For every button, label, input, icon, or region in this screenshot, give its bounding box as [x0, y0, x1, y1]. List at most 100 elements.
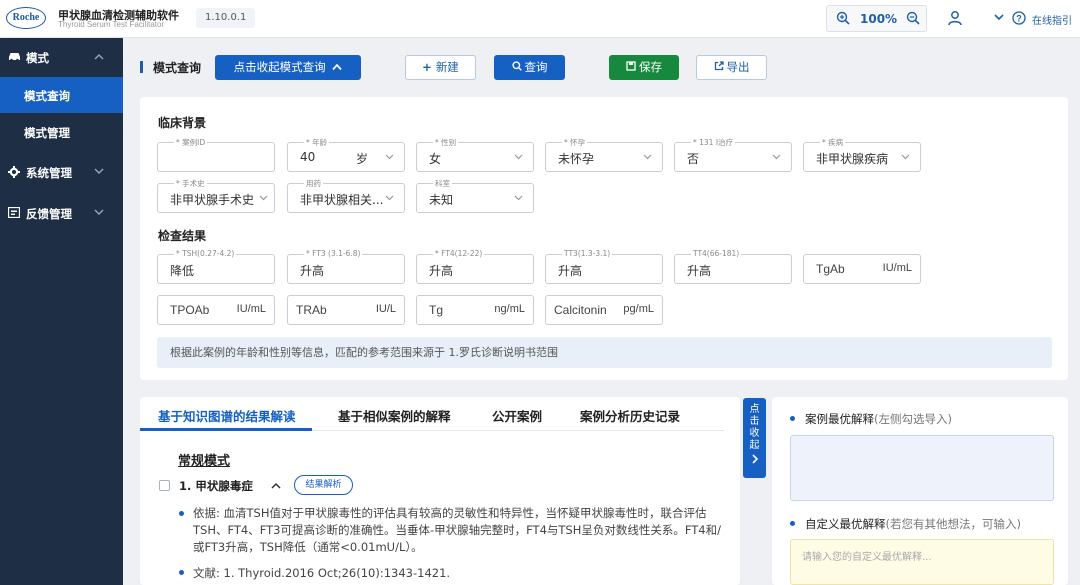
field-label: 用药	[304, 178, 323, 189]
sidebar-item-mode[interactable]: 模式	[0, 38, 123, 76]
help-link[interactable]: 在线指引	[1032, 12, 1072, 27]
field-placeholder: Calcitonin	[554, 303, 607, 317]
field-unit: 岁	[355, 152, 368, 166]
field-unit: pg/mL	[623, 303, 654, 315]
page-title: 模式查询	[153, 61, 202, 75]
chevron-down-icon	[901, 154, 910, 160]
label-hint: (左侧勾选导入)	[874, 412, 952, 426]
tgab-field[interactable]: TgAb IU/mL	[803, 254, 921, 284]
field-label: * 案例ID	[174, 137, 208, 148]
user-icon[interactable]	[947, 10, 963, 26]
sidebar-item-label: 模式	[26, 51, 49, 65]
field-label: * FT3 (3.1-6.8)	[304, 249, 363, 258]
pregnancy-select[interactable]: * 怀孕 未怀孕	[545, 137, 663, 172]
custom-interpretation-input[interactable]: 请输入您的自定义最优解释...	[790, 539, 1054, 585]
collapse-query-button[interactable]: 点击收起模式查询	[215, 55, 361, 80]
gender-select[interactable]: * 性别 女	[416, 137, 534, 172]
field-placeholder: TPOAb	[170, 303, 210, 317]
save-label: 保存	[639, 60, 662, 74]
gear-icon	[8, 166, 20, 178]
item-title: 1. 甲状腺毒症	[179, 479, 253, 493]
field-label: * FT4(12-22)	[433, 249, 485, 258]
sidebar-item-feedback[interactable]: 反馈管理	[0, 194, 123, 232]
reference-range-note: 根据此案例的年龄和性别等信息，匹配的参考范围来源于 1.罗氏诊断说明书范围	[157, 337, 1052, 368]
input-placeholder: 请输入您的自定义最优解释...	[802, 552, 932, 563]
tt4-field[interactable]: TT4(66-181) 升高	[674, 249, 792, 284]
tab-knowledge-graph[interactable]: 基于知识图谱的结果解读	[158, 406, 296, 425]
ft4-field[interactable]: * FT4(12-22) 升高	[416, 249, 534, 284]
sidebar-item-mode-manage[interactable]: 模式管理	[0, 114, 123, 150]
sidebar-item-label: 反馈管理	[26, 207, 72, 221]
export-icon	[714, 61, 724, 71]
tsh-field[interactable]: * TSH(0.27-4.2) 降低	[157, 249, 275, 284]
best-interpretation-box[interactable]	[790, 435, 1054, 501]
surgery-history-select[interactable]: * 手术史 非甲状腺手术史	[157, 178, 275, 213]
chevron-down-icon	[259, 195, 268, 201]
help-icon[interactable]: ?	[1012, 11, 1026, 25]
field-value: 未知	[429, 193, 454, 207]
zoom-out-icon[interactable]	[906, 11, 920, 25]
field-unit: IU/L	[375, 303, 396, 315]
mode-title: 常规模式	[178, 454, 231, 469]
sidebar-item-mode-query[interactable]: 模式查询	[0, 77, 123, 113]
breadcrumb-marker	[140, 61, 143, 73]
sidebar-item-label: 系统管理	[26, 166, 72, 180]
tab-history[interactable]: 案例分析历史记录	[580, 406, 680, 425]
chevron-down-icon	[772, 154, 781, 160]
field-label: * 手术史	[174, 178, 207, 189]
zoom-in-icon[interactable]	[836, 11, 850, 25]
tab-similar-cases[interactable]: 基于相似案例的解释	[338, 406, 451, 425]
field-value: 升高	[687, 264, 712, 278]
tg-field[interactable]: Tg ng/mL	[416, 295, 534, 325]
label-hint: (若您有其他想法，可输入)	[885, 517, 1021, 531]
chevron-up-icon	[332, 63, 342, 71]
field-value: 升高	[429, 264, 454, 278]
ft3-field[interactable]: * FT3 (3.1-6.8) 升高	[287, 249, 405, 284]
zoom-level: 100%	[860, 12, 898, 26]
sidebar-item-system[interactable]: 系统管理	[0, 153, 123, 191]
trab-field[interactable]: TRAb IU/L	[287, 295, 405, 325]
search-icon	[511, 61, 522, 71]
tab-active-indicator	[140, 428, 312, 431]
tpoab-field[interactable]: TPOAb IU/mL	[157, 295, 275, 325]
chevron-down-icon	[514, 195, 523, 201]
label-text: 案例最优解释	[805, 412, 874, 426]
field-value: 升高	[558, 264, 583, 278]
chevron-down-icon	[385, 195, 394, 201]
car-icon	[9, 53, 20, 62]
disease-select[interactable]: * 疾病 非甲状腺疾病	[803, 137, 921, 172]
chevron-down-icon	[643, 154, 652, 160]
query-button[interactable]: 查询	[494, 55, 565, 80]
chevron-up-icon[interactable]	[271, 482, 281, 489]
calcitonin-field[interactable]: Calcitonin pg/mL	[545, 295, 663, 325]
field-label: * 131 I治疗	[691, 137, 736, 148]
collapse-handle[interactable]: 点击收起	[743, 398, 766, 478]
field-placeholder: TgAb	[816, 262, 845, 276]
bullet	[179, 570, 184, 575]
save-icon	[626, 61, 636, 71]
plus-icon: +	[422, 60, 432, 74]
chevron-down-icon[interactable]	[994, 12, 1004, 22]
reference-text: 文献: 1. Thyroid.2016 Oct;26(10):1343-1421…	[193, 566, 451, 580]
field-label: * TSH(0.27-4.2)	[174, 249, 237, 258]
field-value: 40	[300, 150, 316, 164]
tt3-field[interactable]: TT3(1.3-3.1) 升高	[545, 249, 663, 284]
new-button[interactable]: + 新建	[405, 55, 476, 80]
save-button[interactable]: 保存	[609, 55, 679, 80]
tab-public-cases[interactable]: 公开案例	[492, 406, 542, 425]
field-placeholder: Tg	[429, 303, 444, 317]
export-button[interactable]: 导出	[696, 55, 767, 80]
medication-select[interactable]: 用药 非甲状腺相关...	[287, 178, 405, 213]
new-label: 新建	[435, 60, 459, 74]
i131-therapy-select[interactable]: * 131 I治疗 否	[674, 137, 792, 172]
exam-section-title: 检查结果	[158, 229, 207, 243]
age-field[interactable]: * 年龄 40 岁	[287, 137, 405, 172]
item-checkbox[interactable]	[159, 480, 170, 491]
field-label: * 年龄	[304, 137, 330, 148]
basis-text: 依据: 血清TSH值对于甲状腺毒性的评估具有较高的灵敏性和特异性，当怀疑甲状腺毒…	[193, 506, 721, 554]
department-select[interactable]: 科室 未知	[416, 178, 534, 213]
result-analysis-button[interactable]: 结果解析	[294, 475, 353, 495]
field-value: 非甲状腺手术史	[170, 193, 255, 207]
field-value: 非甲状腺疾病	[816, 152, 889, 166]
case-id-field[interactable]: * 案例ID	[157, 137, 275, 172]
